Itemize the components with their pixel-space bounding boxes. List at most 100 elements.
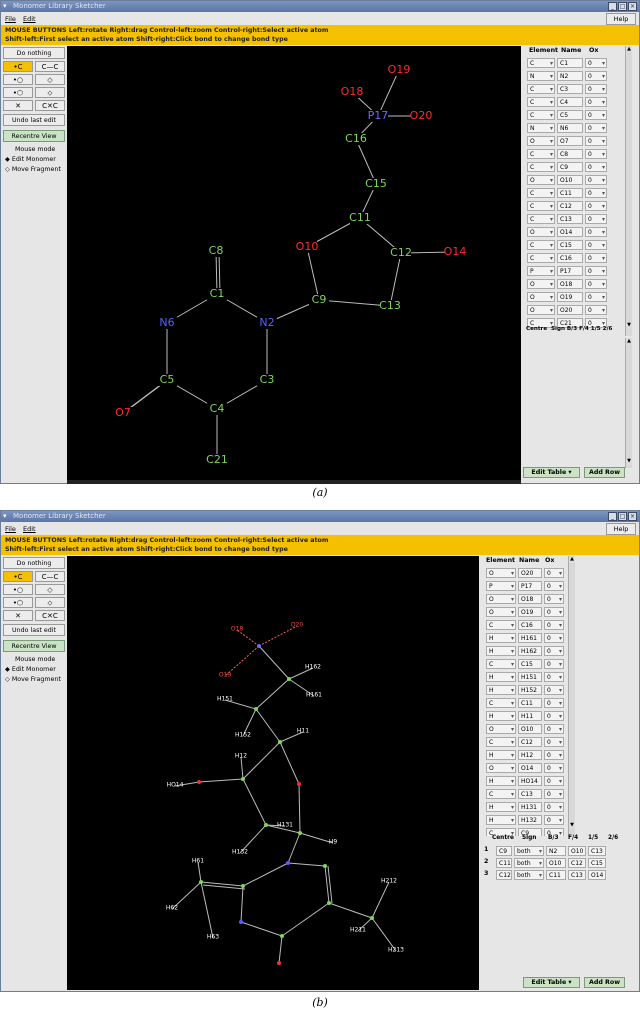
bond-line[interactable] [242,778,267,826]
recentre-view-button[interactable]: Recentre View [3,130,65,142]
atom-c12-marker[interactable] [241,777,245,781]
edit-table-button[interactable]: Edit Table ▾ [523,977,580,988]
name-field[interactable]: H12 [518,750,542,760]
atom-o18[interactable]: O18 [341,85,364,98]
atom-c5-marker[interactable] [280,934,284,938]
name-field[interactable]: HO14 [518,776,542,786]
delete-atom-tool[interactable]: ✕ [3,100,33,111]
bond-line[interactable] [240,885,244,923]
centre-cell[interactable]: N2 [546,846,566,856]
atom-c13-marker[interactable] [264,823,268,827]
ox-select[interactable]: 0 [585,123,607,133]
ring6-tool[interactable]: •⬡ [3,87,33,98]
atom-c4[interactable]: C4 [210,402,225,415]
atom-c13[interactable]: C13 [379,299,401,312]
bond-line[interactable] [240,921,283,937]
name-field[interactable]: O14 [518,763,542,773]
minimize-icon[interactable]: _ [608,2,617,11]
close-icon[interactable]: × [628,512,637,521]
name-field[interactable]: C15 [518,659,542,669]
add-bond-tool[interactable]: C—C [35,61,65,72]
atom-c5[interactable]: C5 [160,373,175,386]
ox-select[interactable]: 0 [544,711,564,721]
do-nothing-button[interactable]: Do nothing [3,47,65,59]
menu-edit[interactable]: Edit [23,15,36,23]
ox-select[interactable]: 0 [544,776,564,786]
centre-cell[interactable]: C15 [588,858,606,868]
atom-c15[interactable]: C15 [365,177,387,190]
element-select[interactable]: H [486,685,516,695]
element-select[interactable]: H [486,815,516,825]
maximize-icon[interactable]: □ [618,2,627,11]
ox-select[interactable]: 0 [585,227,607,237]
centre-scrollbar[interactable]: ▲ ▼ [625,338,632,468]
ox-select[interactable]: 0 [544,620,564,630]
menu-file[interactable]: File [5,525,16,533]
element-select[interactable]: H [486,711,516,721]
atom-o19[interactable]: O19 [219,672,232,679]
element-select[interactable]: O [527,175,555,185]
centre-cell[interactable]: C9 [496,846,512,856]
name-field[interactable]: C11 [518,698,542,708]
name-field[interactable]: N6 [557,123,583,133]
bond-line[interactable] [371,881,390,919]
ox-select[interactable]: 0 [544,594,564,604]
atom-n6[interactable]: N6 [159,316,174,329]
name-field[interactable]: H132 [518,815,542,825]
atom-h11[interactable]: H11 [297,728,309,735]
atom-h9[interactable]: H9 [329,839,338,846]
element-select[interactable]: C [486,659,516,669]
ox-select[interactable]: 0 [585,71,607,81]
element-select[interactable]: C [527,162,555,172]
element-select[interactable]: C [527,240,555,250]
ox-select[interactable]: 0 [585,266,607,276]
recentre-view-button[interactable]: Recentre View [3,640,65,652]
name-field[interactable]: C12 [557,201,583,211]
name-field[interactable]: P17 [557,266,583,276]
bond-line[interactable] [287,862,326,867]
ox-select[interactable]: 0 [585,162,607,172]
atom-c9-marker[interactable] [298,831,302,835]
name-field[interactable]: H131 [518,802,542,812]
name-field[interactable]: O18 [557,279,583,289]
atom-h211[interactable]: H211 [350,927,366,934]
element-select[interactable]: H [486,672,516,682]
ox-select[interactable]: 0 [585,97,607,107]
name-field[interactable]: N2 [557,71,583,81]
atom-h152[interactable]: H152 [235,732,251,739]
atom-ho14[interactable]: HO14 [167,782,184,789]
atom-o18[interactable]: O18 [231,626,244,633]
ring-tool[interactable]: •○ [3,584,33,595]
delete-bond-tool[interactable]: C✕C [35,610,65,621]
name-field[interactable]: H11 [518,711,542,721]
atom-o7-marker[interactable] [277,961,281,965]
ox-select[interactable]: 0 [544,724,564,734]
centre-cell[interactable]: both [514,870,544,880]
do-nothing-button[interactable]: Do nothing [3,557,65,569]
centre-cell[interactable]: C11 [546,870,566,880]
element-select[interactable]: P [486,581,516,591]
element-select[interactable]: H [486,802,516,812]
atom-h132[interactable]: H132 [232,849,248,856]
centre-cell[interactable]: C12 [568,858,586,868]
ox-select[interactable]: 0 [544,789,564,799]
atom-c3[interactable]: C3 [260,373,275,386]
edit-monomer-radio[interactable]: ◆ Edit Monomer [5,156,56,163]
help-button[interactable]: Help [606,523,636,535]
bond-line[interactable] [240,756,244,780]
name-field[interactable]: O7 [557,136,583,146]
name-field[interactable]: H161 [518,633,542,643]
bond-line[interactable] [242,741,281,780]
ox-select[interactable]: 0 [544,568,564,578]
atom-o14[interactable]: O14 [444,245,467,258]
atom-p17-marker[interactable] [257,644,261,648]
element-select[interactable]: O [486,607,516,617]
help-button[interactable]: Help [606,13,636,25]
element-select[interactable]: C [527,84,555,94]
element-select[interactable]: C [527,253,555,263]
atom-c11-marker[interactable] [278,740,282,744]
name-field[interactable]: C16 [557,253,583,263]
atom-c12[interactable]: C12 [390,246,412,259]
ox-select[interactable]: 0 [585,240,607,250]
name-field[interactable]: H151 [518,672,542,682]
